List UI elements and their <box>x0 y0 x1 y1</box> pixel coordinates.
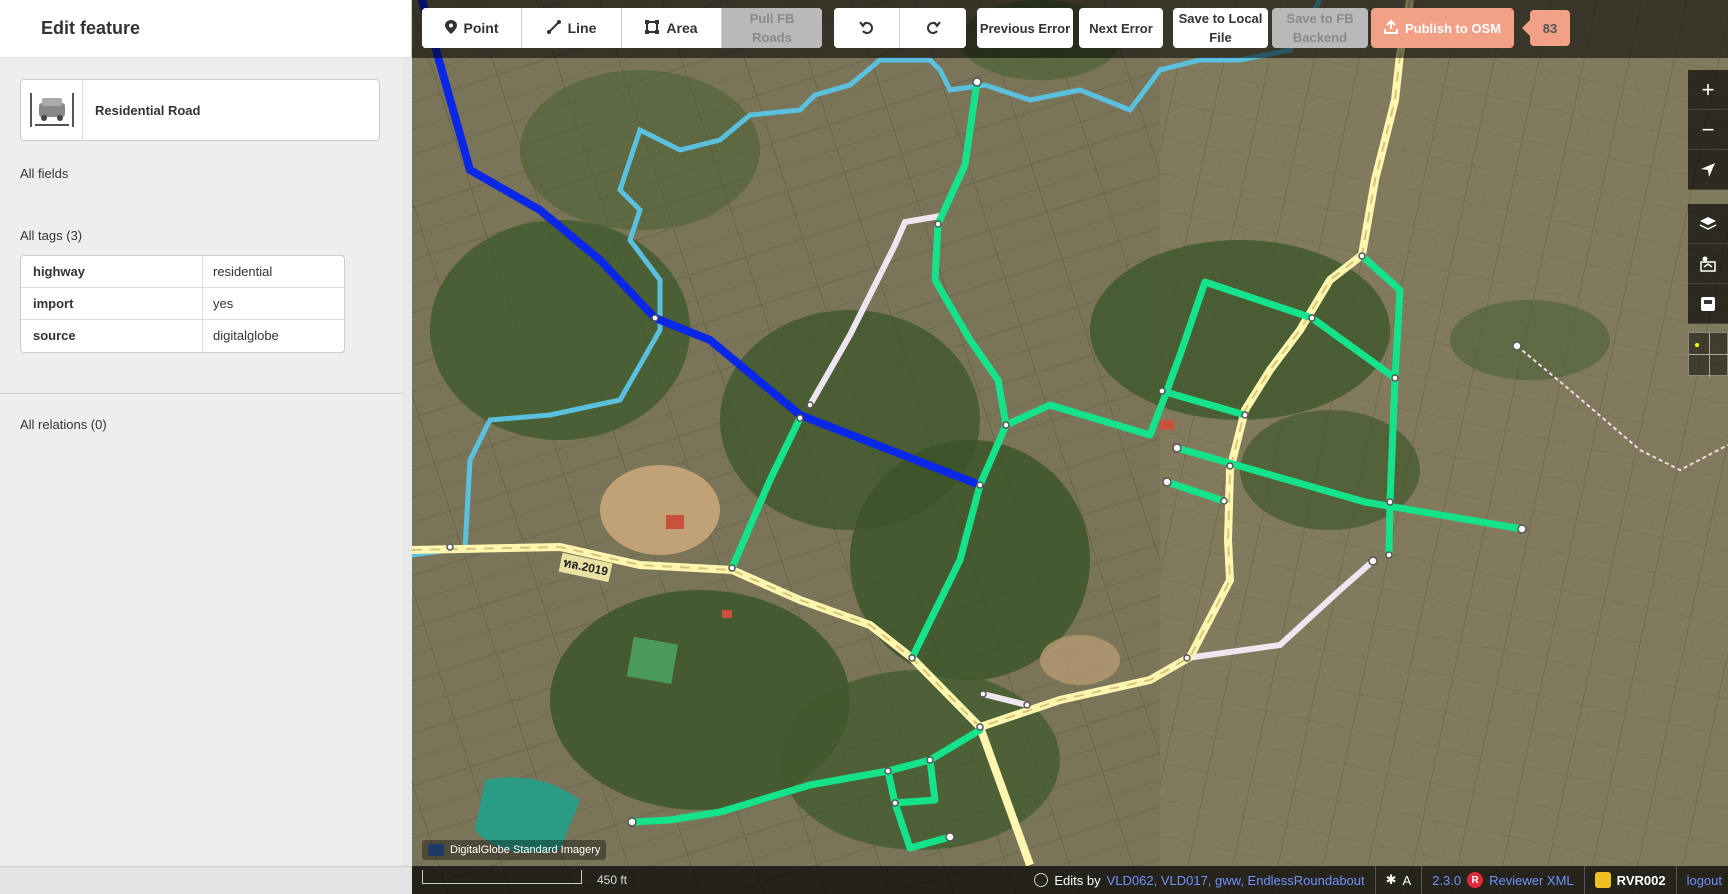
tag-key[interactable]: highway <box>21 256 203 287</box>
footer-separator <box>1675 866 1677 894</box>
scale-label: 450 ft <box>597 873 628 887</box>
point-label: Point <box>463 20 499 36</box>
save-fb-backend-button[interactable]: Save to FB Backend <box>1272 8 1368 48</box>
publish-label: Publish to OSM <box>1404 20 1502 36</box>
tag-value[interactable]: yes <box>203 288 344 319</box>
map-canvas[interactable]: ทล.2019 <box>412 0 1728 894</box>
area-label: Area <box>666 20 698 36</box>
save-fb-label-2: Backend <box>1292 30 1348 45</box>
redo-icon <box>925 19 941 38</box>
scale-bar[interactable] <box>422 870 582 884</box>
editors-list[interactable]: VLD062, VLD017, gww, EndlessRoundabout <box>1107 873 1365 888</box>
edit-count-badge: 83 <box>1522 10 1570 46</box>
bug-icon[interactable]: ✱ <box>1386 872 1397 888</box>
version-label[interactable]: 2.3.0 <box>1432 873 1461 888</box>
add-area-button[interactable]: Area <box>622 8 722 48</box>
line-icon <box>546 19 561 37</box>
satellite-imagery <box>412 0 1728 894</box>
save-local-group: Save to Local File <box>1173 8 1268 48</box>
user-avatar <box>1594 872 1611 888</box>
all-tags-toggle[interactable]: All tags (3) <box>20 228 82 243</box>
car-road-icon <box>21 80 83 140</box>
save-fb-label-1: Save to FB <box>1286 11 1354 26</box>
info-icon[interactable] <box>1034 873 1049 887</box>
zoom-out-icon[interactable]: − <box>1688 110 1728 150</box>
tag-value[interactable]: digitalglobe <box>203 320 344 352</box>
layers-icon[interactable] <box>1688 204 1728 244</box>
imagery-logo-icon <box>428 844 444 856</box>
footer-separator <box>1374 866 1376 894</box>
tag-key[interactable]: import <box>21 288 203 319</box>
tag-key[interactable]: source <box>21 320 203 352</box>
zoom-controls: + − <box>1688 70 1728 190</box>
redo-button[interactable] <box>900 8 966 48</box>
footer-separator <box>1583 866 1585 894</box>
sidebar-header: Edit feature <box>0 0 411 58</box>
area-icon <box>645 19 660 37</box>
line-label: Line <box>567 20 597 36</box>
tag-row: source digitalglobe <box>21 320 344 352</box>
pull-fb-roads-label-2: Roads <box>752 30 792 45</box>
point-icon <box>444 19 457 37</box>
imagery-attribution: DigitalGlobe Standard Imagery <box>422 840 607 860</box>
all-fields-toggle[interactable]: All fields <box>20 166 68 181</box>
section-divider <box>0 393 402 394</box>
save-local-label-1: Save to Local <box>1178 11 1263 26</box>
save-local-button[interactable]: Save to Local File <box>1173 8 1268 48</box>
sidebar-footer <box>0 866 412 894</box>
map-data-icon[interactable] <box>1688 244 1728 284</box>
footer-info: Edits by VLD062, VLD017, gww, EndlessRou… <box>1034 866 1722 894</box>
preset-name: Residential Road <box>95 102 201 118</box>
tag-value[interactable]: residential <box>203 256 344 287</box>
previous-error-button[interactable]: Previous Error <box>977 8 1073 48</box>
logout-link[interactable]: logout <box>1687 873 1722 888</box>
add-point-button[interactable]: Point <box>422 8 522 48</box>
tag-table: highway residential import yes source di… <box>20 255 345 353</box>
upload-icon <box>1383 19 1398 37</box>
reviewer-xml-link[interactable]: Reviewer XML <box>1489 873 1574 888</box>
publish-group: Publish to OSM <box>1371 8 1514 48</box>
translate-icon[interactable]: A <box>1403 873 1412 888</box>
pull-fb-roads-button[interactable]: Pull FB Roads <box>722 8 822 48</box>
reviewer-icon: R <box>1467 872 1484 888</box>
zoom-in-icon[interactable]: + <box>1688 70 1728 110</box>
error-nav-group: Previous Error <box>977 8 1073 48</box>
map-footer: 450 ft Edits by VLD062, VLD017, gww, End… <box>412 866 1728 894</box>
user-name[interactable]: RVR002 <box>1617 873 1666 888</box>
pane-controls <box>1688 204 1728 324</box>
pull-fb-roads-label-1: Pull FB <box>749 11 795 26</box>
locate-icon[interactable] <box>1688 150 1728 190</box>
minimap-icon[interactable] <box>1688 332 1728 377</box>
undo-button[interactable] <box>834 8 900 48</box>
sidebar-scrollbar[interactable] <box>402 58 412 866</box>
imagery-attribution-text: DigitalGlobe Standard Imagery <box>450 844 601 856</box>
edits-by-label: Edits by <box>1054 872 1101 888</box>
sidebar: Edit feature Residential Road All fields… <box>0 0 412 894</box>
footer-separator <box>1421 866 1423 894</box>
publish-to-osm-button[interactable]: Publish to OSM <box>1371 8 1514 48</box>
add-feature-group: Point Line Area Pull FB Roads <box>422 8 822 48</box>
add-line-button[interactable]: Line <box>522 8 622 48</box>
tag-row: highway residential <box>21 256 344 288</box>
save-fb-group: Save to FB Backend <box>1272 8 1368 48</box>
preset-button[interactable]: Residential Road <box>20 79 380 141</box>
tag-row: import yes <box>21 288 344 320</box>
save-local-label-2: File <box>1209 30 1232 45</box>
undo-redo-group <box>834 8 966 48</box>
next-error-button[interactable]: Next Error <box>1079 8 1163 48</box>
undo-icon <box>858 19 875 38</box>
issues-icon[interactable] <box>1688 284 1728 324</box>
next-error-group: Next Error <box>1079 8 1163 48</box>
page-title: Edit feature <box>41 18 141 38</box>
all-relations-toggle[interactable]: All relations (0) <box>20 417 107 432</box>
